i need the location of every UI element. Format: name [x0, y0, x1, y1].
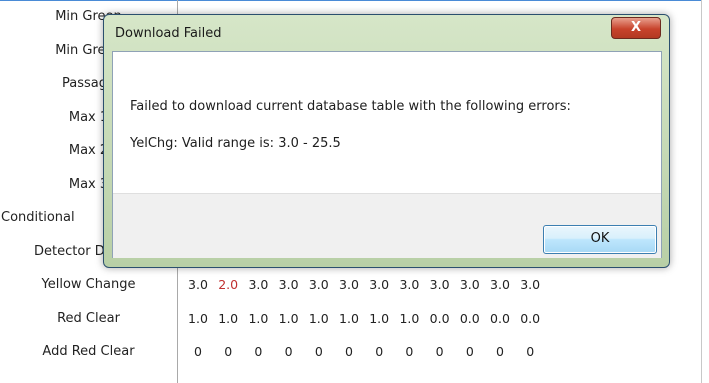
grid-cell[interactable]: 1.0: [304, 302, 334, 335]
grid-cell[interactable]: 3.0: [274, 268, 304, 301]
error-message: Failed to download current database tabl…: [130, 99, 571, 114]
button-area: OK: [113, 193, 661, 258]
grid-cell[interactable]: 0: [334, 335, 364, 368]
grid-cell[interactable]: 0: [183, 335, 213, 368]
message-area: Failed to download current database tabl…: [113, 52, 661, 193]
close-icon: X: [630, 20, 642, 35]
grid-cell[interactable]: 0: [274, 335, 304, 368]
grid-cell[interactable]: 3.0: [425, 268, 455, 301]
grid-cell[interactable]: 0: [243, 335, 273, 368]
grid-cell[interactable]: 1.0: [213, 302, 243, 335]
grid-cell[interactable]: 0.0: [425, 302, 455, 335]
grid-cell[interactable]: 3.0: [455, 268, 485, 301]
grid-cell[interactable]: 0: [394, 335, 424, 368]
error-detail: YelChg: Valid range is: 3.0 - 25.5: [130, 136, 341, 151]
grid-cell[interactable]: 1.0: [394, 302, 424, 335]
grid-cell[interactable]: 0: [213, 335, 243, 368]
grid-row: Red Clear 1.0 1.0 1.0 1.0 1.0 1.0 1.0 1.0 0.0 0.0 0…: [0, 302, 701, 335]
grid-cell[interactable]: 0: [425, 335, 455, 368]
grid-cell[interactable]: 1.0: [274, 302, 304, 335]
grid-cell[interactable]: 0: [515, 335, 545, 368]
grid-cell[interactable]: 2.0: [213, 268, 243, 301]
download-failed-dialog: Download Failed X Failed to download cur…: [103, 14, 670, 268]
grid-cell[interactable]: 1.0: [243, 302, 273, 335]
grid-cell[interactable]: 3.0: [334, 268, 364, 301]
grid-scroll-edge: [701, 0, 709, 383]
grid-cell[interactable]: 0.0: [455, 302, 485, 335]
dialog-body: Failed to download current database tabl…: [112, 51, 662, 258]
grid-cell[interactable]: 0: [364, 335, 394, 368]
row-label: Yellow Change: [41, 277, 136, 292]
grid-cell[interactable]: 3.0: [364, 268, 394, 301]
grid-cell[interactable]: 0: [485, 335, 515, 368]
dialog-title: Download Failed: [115, 26, 222, 41]
grid-cell[interactable]: 3.0: [183, 268, 213, 301]
row-label: Add Red Clear: [42, 344, 135, 359]
grid-cell[interactable]: 3.0: [304, 268, 334, 301]
grid-row: Yellow Change 3.0 2.0 3.0 3.0 3.0 3.0 3.0 3.0 3.0…: [0, 268, 701, 301]
row-label: Red Clear: [57, 310, 120, 326]
grid-cell[interactable]: 1.0: [364, 302, 394, 335]
grid-cell[interactable]: 0.0: [485, 302, 515, 335]
close-button[interactable]: X: [611, 17, 661, 39]
grid-cell[interactable]: 1.0: [334, 302, 364, 335]
grid-cell[interactable]: 1.0: [183, 302, 213, 335]
ok-button[interactable]: OK: [543, 225, 657, 254]
grid-cell[interactable]: 3.0: [515, 268, 545, 301]
grid-cell[interactable]: 0: [455, 335, 485, 368]
grid-row: Add Red Clear 0 0 0 0 0 0 0 0 0 0 0 0: [0, 335, 701, 368]
grid-cell[interactable]: 0: [304, 335, 334, 368]
grid-cell[interactable]: 0.0: [515, 302, 545, 335]
grid-cell[interactable]: 3.0: [485, 268, 515, 301]
grid-cell[interactable]: 3.0: [243, 268, 273, 301]
grid-cell[interactable]: 3.0: [394, 268, 424, 301]
